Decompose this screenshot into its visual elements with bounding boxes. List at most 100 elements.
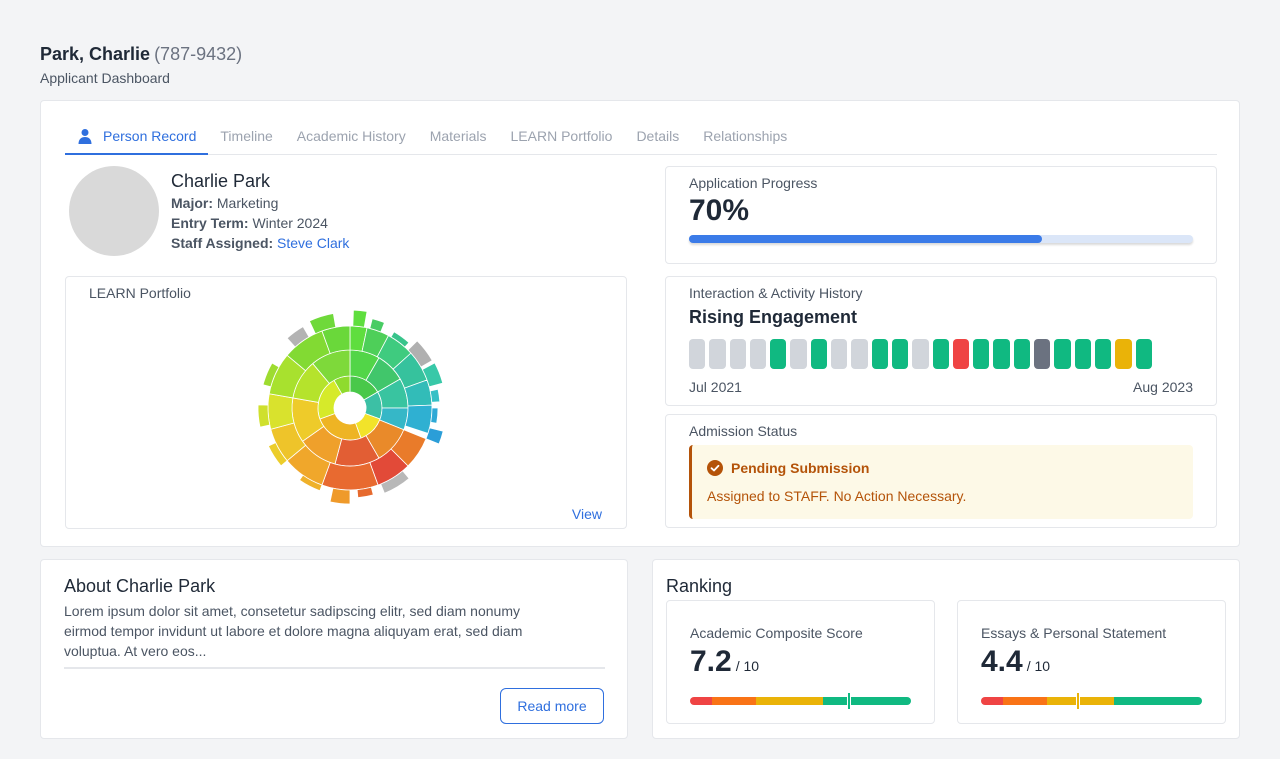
- activity-cell[interactable]: [810, 339, 828, 369]
- sunburst-segment[interactable]: [425, 427, 444, 445]
- tab-academic-history[interactable]: Academic History: [285, 121, 418, 155]
- tab-bar: Person Record Timeline Academic History …: [65, 121, 1217, 155]
- application-progress-panel: Application Progress 70%: [665, 166, 1217, 264]
- activity-cell[interactable]: [912, 339, 929, 369]
- score-number: 4.4: [981, 645, 1023, 678]
- admission-status-label: Admission Status: [689, 423, 798, 439]
- sunburst-segment[interactable]: [352, 309, 368, 328]
- tab-timeline[interactable]: Timeline: [208, 121, 284, 155]
- activity-cell[interactable]: [790, 339, 807, 369]
- sunburst-segment[interactable]: [267, 393, 295, 430]
- about-text: Lorem ipsum dolor sit amet, consetetur s…: [64, 603, 523, 659]
- sunburst-segment[interactable]: [429, 388, 441, 403]
- ranking-card: Ranking Academic Composite Score 7.2/ 10…: [652, 559, 1240, 739]
- activity-cell[interactable]: [709, 339, 726, 369]
- score-value: 4.4/ 10: [981, 645, 1050, 679]
- tab-details[interactable]: Details: [624, 121, 691, 155]
- activity-label: Interaction & Activity History: [689, 285, 863, 301]
- applicant-phone: (787-9432): [154, 44, 243, 64]
- divider: [64, 667, 605, 669]
- activity-cells: [689, 339, 1152, 369]
- tab-learn-portfolio[interactable]: LEARN Portfolio: [499, 121, 625, 155]
- scale-segment: [1113, 697, 1202, 705]
- score-card-essays: Essays & Personal Statement 4.4/ 10: [957, 600, 1226, 724]
- score-number: 7.2: [690, 645, 732, 678]
- activity-cell[interactable]: [770, 339, 787, 369]
- person-icon: [78, 129, 92, 144]
- activity-cell[interactable]: [749, 339, 767, 369]
- activity-cell[interactable]: [851, 339, 868, 369]
- score-card-academic: Academic Composite Score 7.2/ 10: [666, 600, 935, 724]
- sunburst-center: [334, 392, 366, 424]
- activity-cell[interactable]: [952, 339, 970, 369]
- avatar: [69, 166, 159, 256]
- learn-portfolio-panel: LEARN Portfolio View: [65, 276, 627, 529]
- score-marker: [847, 692, 852, 710]
- tab-materials[interactable]: Materials: [418, 121, 499, 155]
- tab-person-record[interactable]: Person Record: [65, 121, 209, 155]
- scale-segment: [712, 697, 757, 705]
- tab-label: Person Record: [103, 128, 197, 144]
- progress-bar-fill: [689, 235, 1042, 243]
- activity-cell[interactable]: [1094, 339, 1112, 369]
- scale-segment: [981, 697, 1004, 705]
- sunburst-segment[interactable]: [321, 461, 379, 491]
- staff-line: Staff Assigned: Steve Clark: [171, 235, 349, 251]
- status-alert: Pending Submission Assigned to STAFF. No…: [689, 445, 1193, 519]
- score-scale: [690, 692, 911, 710]
- entry-term-value: Winter 2024: [252, 215, 328, 231]
- activity-cell[interactable]: [1115, 339, 1132, 369]
- score-label: Academic Composite Score: [690, 625, 863, 641]
- activity-cell[interactable]: [1013, 339, 1031, 369]
- score-scale: [981, 692, 1202, 710]
- read-more-button[interactable]: Read more: [500, 688, 604, 724]
- about-card: About Charlie Park Lorem ipsum dolor sit…: [40, 559, 628, 739]
- sunburst-chart[interactable]: [240, 293, 460, 523]
- status-message: Assigned to STAFF. No Action Necessary.: [707, 488, 967, 504]
- score-max: / 10: [735, 658, 760, 674]
- about-title: About Charlie Park: [64, 576, 216, 596]
- activity-cell[interactable]: [973, 339, 990, 369]
- activity-cell[interactable]: [891, 339, 909, 369]
- activity-cell[interactable]: [729, 339, 746, 369]
- score-label: Essays & Personal Statement: [981, 625, 1167, 641]
- score-max: / 10: [1026, 658, 1051, 674]
- activity-cell[interactable]: [932, 339, 949, 369]
- activity-start-date: Jul 2021: [689, 379, 742, 395]
- sunburst-segment[interactable]: [404, 404, 433, 434]
- major-line: Major: Marketing: [171, 195, 278, 211]
- activity-cell[interactable]: [1054, 339, 1071, 369]
- scale-segment: [1047, 697, 1114, 705]
- scale-segment: [690, 697, 713, 705]
- entry-term-label: Entry Term:: [171, 215, 249, 231]
- activity-cell[interactable]: [1034, 339, 1051, 369]
- activity-cell[interactable]: [831, 339, 848, 369]
- activity-cell[interactable]: [1135, 339, 1152, 369]
- staff-label: Staff Assigned:: [171, 235, 274, 251]
- score-marker: [1076, 692, 1081, 710]
- activity-end-date: Aug 2023: [1133, 379, 1193, 395]
- status-title: Pending Submission: [731, 460, 870, 476]
- activity-cell[interactable]: [689, 339, 706, 369]
- major-value: Marketing: [216, 195, 279, 211]
- activity-cell[interactable]: [993, 339, 1010, 369]
- applicant-name: Park, Charlie (787-9432): [40, 44, 243, 64]
- staff-link[interactable]: Steve Clark: [277, 235, 349, 251]
- sunburst-segment[interactable]: [430, 407, 439, 424]
- activity-cell[interactable]: [1074, 339, 1091, 369]
- sunburst-segment[interactable]: [257, 404, 271, 428]
- tab-relationships[interactable]: Relationships: [691, 121, 799, 155]
- activity-cell[interactable]: [871, 339, 888, 369]
- check-circle-icon: [707, 460, 723, 476]
- activity-history-panel: Interaction & Activity History Rising En…: [665, 276, 1217, 406]
- page-subtitle: Applicant Dashboard: [40, 70, 170, 86]
- view-link[interactable]: View: [572, 506, 602, 522]
- scale-segment: [1003, 697, 1048, 705]
- major-label: Major:: [171, 195, 213, 211]
- learn-portfolio-label: LEARN Portfolio: [89, 285, 191, 301]
- scale-segment: [822, 697, 911, 705]
- sunburst-segment[interactable]: [329, 487, 351, 505]
- entry-term-line: Entry Term: Winter 2024: [171, 215, 328, 231]
- person-record-card: Person Record Timeline Academic History …: [40, 100, 1240, 547]
- status-heading: Pending Submission: [707, 460, 869, 476]
